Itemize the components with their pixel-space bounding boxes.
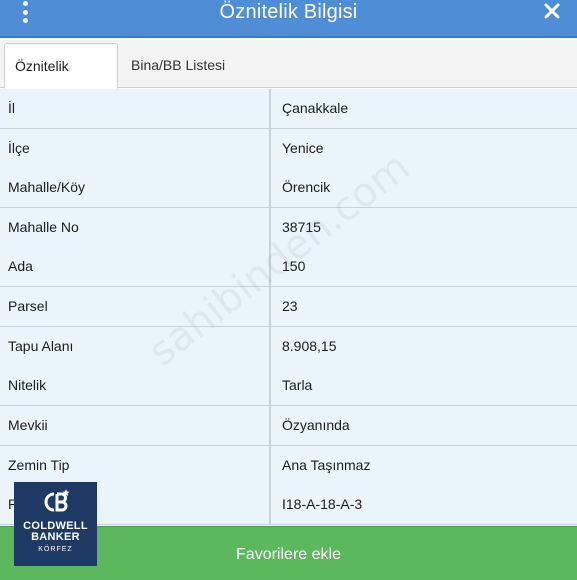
row-value: Örencik: [282, 179, 331, 195]
row-value: 8.908,15: [282, 338, 337, 354]
row-value: Ana Taşınmaz: [282, 457, 371, 473]
row-key: Mevkii: [0, 406, 271, 445]
row-key: Mahalle/Köy: [0, 168, 271, 207]
row-value: 38715: [282, 219, 321, 235]
row-key: Parsel: [0, 287, 271, 326]
row-value: 150: [282, 258, 306, 274]
row-value: Özyanında: [282, 417, 350, 433]
tab-oznitelik-bilgisi[interactable]: Öznitelik Bilgisi: [4, 43, 118, 118]
row-key: Tapu Alanı: [0, 327, 271, 366]
table-row: Ada 150: [0, 247, 577, 287]
row-value: I18-A-18-A-3: [282, 496, 363, 512]
row-key: İlçe: [0, 129, 271, 168]
logo-text-banker: BANKER: [31, 531, 80, 543]
row-value: Çanakkale: [282, 100, 349, 116]
row-value: 23: [282, 298, 298, 314]
row-key: Ada: [0, 247, 271, 286]
table-row: İlçe Yenice: [0, 129, 577, 169]
logo-text-korfez: KÖRFEZ: [38, 546, 73, 553]
header-bar: Öznitelik Bilgisi: [0, 0, 577, 38]
row-key: Mahalle No: [0, 208, 271, 247]
table-row: Zemin Tip Ana Taşınmaz: [0, 446, 577, 486]
attribute-table: İl Çanakkale İlçe Yenice Mahalle/Köy Öre…: [0, 89, 577, 526]
tab-bar: Öznitelik Bilgisi Bina/BB Listesi: [0, 40, 577, 118]
row-value: Yenice: [282, 140, 324, 156]
table-row: İl Çanakkale: [0, 89, 577, 129]
coldwell-banker-logo: COLDWELL BANKER KÖRFEZ: [14, 482, 97, 566]
page-title: Öznitelik Bilgisi: [219, 1, 358, 23]
table-row: Parsel 23: [0, 287, 577, 327]
tab-bina-bb-listesi[interactable]: Bina/BB Listesi: [121, 43, 235, 89]
table-row: Mevkii Özyanında: [0, 406, 577, 446]
row-key: Zemin Tip: [0, 446, 271, 485]
table-row: Tapu Alanı 8.908,15: [0, 327, 577, 367]
row-key: İl: [0, 89, 271, 128]
table-row: Mahalle No 38715: [0, 208, 577, 248]
row-value: Tarla: [282, 377, 313, 393]
close-icon[interactable]: [543, 2, 561, 20]
table-row: Nitelik Tarla: [0, 366, 577, 406]
row-key: Nitelik: [0, 366, 271, 405]
table-row: Mahalle/Köy Örencik: [0, 168, 577, 208]
cb-logo-icon: [44, 489, 69, 512]
